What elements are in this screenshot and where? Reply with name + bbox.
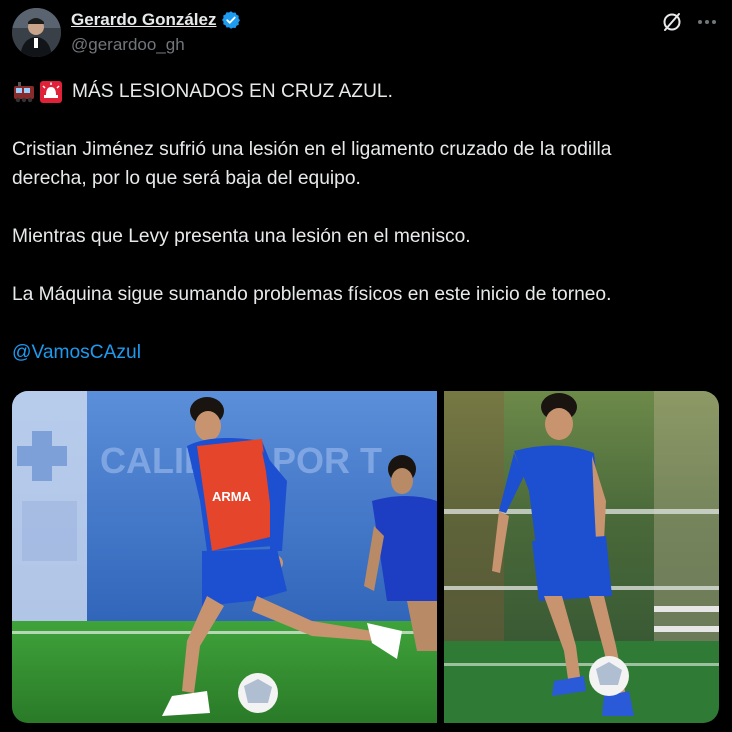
author-handle[interactable]: @gerardoo_gh bbox=[71, 35, 241, 55]
tweet-body: MÁS LESIONADOS EN CRUZ AZUL. Cristian Ji… bbox=[12, 77, 722, 367]
tweet-paragraph-3: La Máquina sigue sumando problemas físic… bbox=[12, 284, 612, 305]
more-options-icon[interactable] bbox=[695, 10, 719, 34]
tweet-paragraph-1-line-1: Cristian Jiménez sufrió una lesión en el… bbox=[12, 139, 612, 160]
tweet-paragraph-2: Mientras que Levy presenta una lesión en… bbox=[12, 226, 471, 247]
tweet-headline: MÁS LESIONADOS EN CRUZ AZUL. bbox=[72, 81, 393, 102]
verified-badge-icon bbox=[221, 10, 241, 30]
mention-link[interactable]: @VamosCAzul bbox=[12, 342, 141, 363]
photo-1[interactable]: CALIDAD POR T ARMA bbox=[12, 391, 437, 723]
tweet-paragraph-1-line-2: derecha, por lo que será baja del equipo… bbox=[12, 168, 361, 189]
rotating-light-emoji-icon bbox=[39, 80, 63, 104]
train-emoji-icon bbox=[12, 80, 36, 104]
media-grid: CALIDAD POR T ARMA bbox=[12, 391, 719, 723]
bib-text: ARMA bbox=[212, 489, 252, 504]
grok-icon[interactable] bbox=[660, 10, 684, 34]
author-name[interactable]: Gerardo González bbox=[71, 10, 216, 30]
avatar[interactable] bbox=[12, 8, 61, 57]
author-block: Gerardo González @gerardoo_gh bbox=[71, 9, 241, 55]
photo-2[interactable] bbox=[444, 391, 719, 723]
